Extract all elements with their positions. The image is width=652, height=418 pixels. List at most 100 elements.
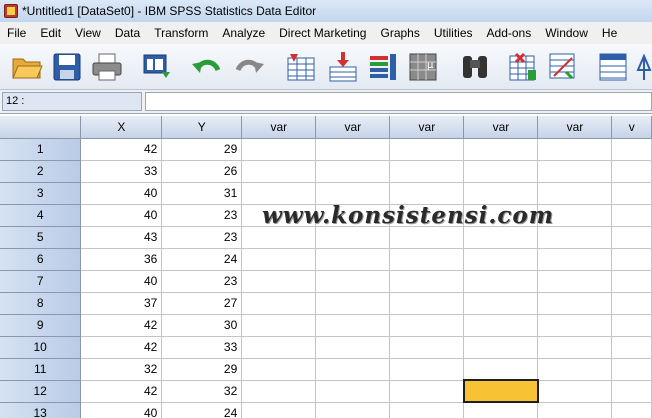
menu-transform[interactable]: Transform bbox=[147, 22, 215, 44]
empty-cell[interactable] bbox=[537, 160, 613, 183]
cell-x[interactable]: 40 bbox=[80, 402, 163, 418]
menu-file[interactable]: File bbox=[0, 22, 33, 44]
empty-cell[interactable] bbox=[611, 270, 652, 293]
empty-cell[interactable] bbox=[315, 314, 391, 337]
empty-cell[interactable] bbox=[463, 138, 539, 161]
empty-cell[interactable] bbox=[463, 336, 539, 359]
empty-cell[interactable] bbox=[537, 182, 613, 205]
empty-cell[interactable] bbox=[537, 226, 613, 249]
recall-dialog-icon[interactable] bbox=[140, 50, 174, 84]
redo-icon[interactable] bbox=[232, 50, 266, 84]
empty-cell[interactable] bbox=[389, 380, 465, 403]
column-header-var[interactable]: var bbox=[537, 116, 613, 139]
row-header[interactable]: 12 bbox=[0, 380, 82, 403]
cell-y[interactable]: 32 bbox=[161, 380, 243, 403]
empty-cell[interactable] bbox=[315, 226, 391, 249]
empty-cell[interactable] bbox=[241, 380, 317, 403]
find-icon[interactable] bbox=[458, 50, 492, 84]
column-header-y[interactable]: Y bbox=[161, 116, 243, 139]
empty-cell[interactable] bbox=[611, 314, 652, 337]
column-header-var[interactable]: var bbox=[389, 116, 465, 139]
cell-y[interactable]: 26 bbox=[161, 160, 243, 183]
variables-icon[interactable] bbox=[366, 50, 400, 84]
empty-cell[interactable] bbox=[241, 138, 317, 161]
cell-x[interactable]: 33 bbox=[80, 160, 163, 183]
cell-y[interactable]: 24 bbox=[161, 248, 243, 271]
row-header[interactable]: 7 bbox=[0, 270, 82, 293]
cell-y[interactable]: 27 bbox=[161, 292, 243, 315]
empty-cell[interactable] bbox=[463, 248, 539, 271]
menu-data[interactable]: Data bbox=[108, 22, 147, 44]
column-header-var[interactable]: var bbox=[241, 116, 317, 139]
save-icon[interactable] bbox=[50, 50, 84, 84]
empty-cell[interactable] bbox=[241, 292, 317, 315]
empty-cell[interactable] bbox=[463, 182, 539, 205]
empty-cell[interactable] bbox=[537, 380, 613, 403]
row-header[interactable]: 11 bbox=[0, 358, 82, 381]
empty-cell[interactable] bbox=[389, 226, 465, 249]
row-header[interactable]: 9 bbox=[0, 314, 82, 337]
empty-cell[interactable] bbox=[463, 270, 539, 293]
cell-x[interactable]: 40 bbox=[80, 182, 163, 205]
cell-y[interactable]: 31 bbox=[161, 182, 243, 205]
empty-cell[interactable] bbox=[537, 248, 613, 271]
cell-x[interactable]: 40 bbox=[80, 204, 163, 227]
empty-cell[interactable] bbox=[389, 160, 465, 183]
menu-edit[interactable]: Edit bbox=[33, 22, 68, 44]
empty-cell[interactable] bbox=[315, 138, 391, 161]
column-header-var[interactable]: var bbox=[315, 116, 391, 139]
split-file-icon[interactable] bbox=[546, 50, 580, 84]
column-header-var[interactable]: v bbox=[611, 116, 652, 139]
undo-icon[interactable] bbox=[190, 50, 224, 84]
cell-x[interactable]: 32 bbox=[80, 358, 163, 381]
empty-cell[interactable] bbox=[611, 138, 652, 161]
go-to-case-icon[interactable] bbox=[284, 50, 318, 84]
row-header[interactable]: 13 bbox=[0, 402, 82, 418]
cell-y[interactable]: 23 bbox=[161, 226, 243, 249]
empty-cell[interactable] bbox=[463, 160, 539, 183]
empty-cell[interactable] bbox=[241, 248, 317, 271]
menu-graphs[interactable]: Graphs bbox=[373, 22, 426, 44]
row-header[interactable]: 3 bbox=[0, 182, 82, 205]
menu-add-ons[interactable]: Add-ons bbox=[480, 22, 539, 44]
menu-view[interactable]: View bbox=[68, 22, 108, 44]
empty-cell[interactable] bbox=[463, 226, 539, 249]
empty-cell[interactable] bbox=[537, 270, 613, 293]
empty-cell[interactable] bbox=[241, 270, 317, 293]
menu-help[interactable]: He bbox=[595, 22, 624, 44]
print-icon[interactable] bbox=[90, 50, 124, 84]
empty-cell[interactable] bbox=[241, 226, 317, 249]
cell-x[interactable]: 42 bbox=[80, 314, 163, 337]
empty-cell[interactable] bbox=[463, 402, 539, 418]
insert-cases-icon[interactable] bbox=[326, 50, 360, 84]
row-header[interactable]: 4 bbox=[0, 204, 82, 227]
empty-cell[interactable] bbox=[315, 336, 391, 359]
empty-cell[interactable] bbox=[537, 314, 613, 337]
menu-utilities[interactable]: Utilities bbox=[427, 22, 480, 44]
cell-x[interactable]: 42 bbox=[80, 380, 163, 403]
empty-cell[interactable] bbox=[611, 248, 652, 271]
empty-cell[interactable] bbox=[389, 248, 465, 271]
empty-cell[interactable] bbox=[611, 402, 652, 418]
cell-y[interactable]: 29 bbox=[161, 358, 243, 381]
menu-direct-marketing[interactable]: Direct Marketing bbox=[272, 22, 373, 44]
cell-y[interactable]: 24 bbox=[161, 402, 243, 418]
empty-cell[interactable] bbox=[537, 402, 613, 418]
menu-analyze[interactable]: Analyze bbox=[215, 22, 272, 44]
empty-cell[interactable] bbox=[315, 248, 391, 271]
empty-cell[interactable] bbox=[611, 336, 652, 359]
empty-cell[interactable] bbox=[611, 380, 652, 403]
empty-cell[interactable] bbox=[389, 292, 465, 315]
empty-cell[interactable] bbox=[241, 358, 317, 381]
cell-x[interactable]: 36 bbox=[80, 248, 163, 271]
row-header[interactable]: 6 bbox=[0, 248, 82, 271]
empty-cell[interactable] bbox=[241, 182, 317, 205]
empty-cell[interactable] bbox=[537, 336, 613, 359]
column-header-var[interactable]: var bbox=[463, 116, 539, 139]
row-header[interactable]: 10 bbox=[0, 336, 82, 359]
weight-cases-icon[interactable] bbox=[596, 50, 630, 84]
cell-value-editor[interactable] bbox=[145, 92, 652, 111]
cell-y[interactable]: 23 bbox=[161, 204, 243, 227]
row-header[interactable]: 8 bbox=[0, 292, 82, 315]
empty-cell[interactable] bbox=[611, 204, 652, 227]
